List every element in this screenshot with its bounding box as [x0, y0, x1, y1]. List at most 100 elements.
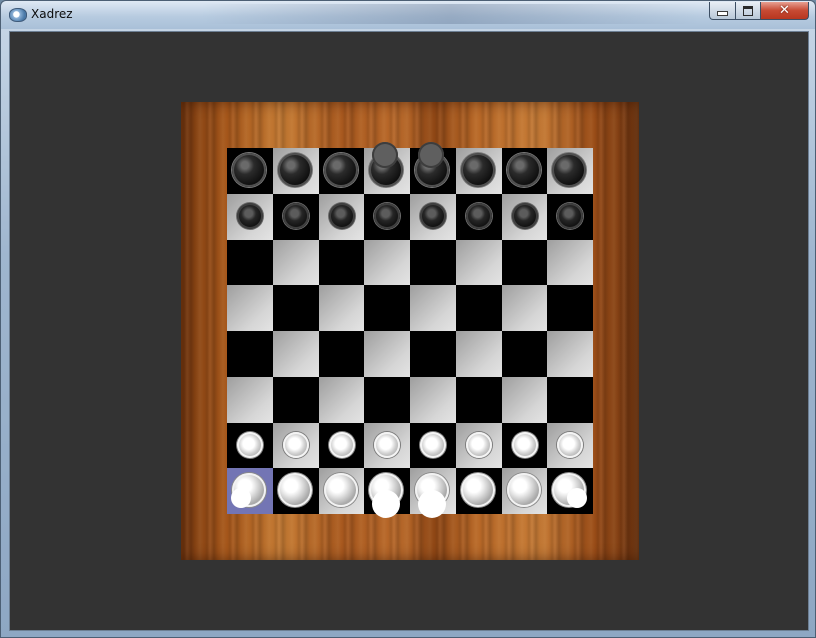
black-pawn-icon[interactable]: [511, 202, 538, 229]
white-rook-top-icon: [567, 488, 588, 509]
square-b7[interactable]: [272, 193, 319, 240]
square-g1[interactable]: [501, 468, 548, 514]
square-c3[interactable]: [318, 376, 365, 423]
square-d6[interactable]: [364, 239, 410, 286]
square-b8[interactable]: [272, 148, 319, 194]
square-h7[interactable]: [547, 193, 593, 240]
square-h3[interactable]: [547, 376, 593, 423]
square-b5[interactable]: [272, 285, 319, 331]
title-bar[interactable]: Xadrez ✕: [1, 1, 815, 29]
black-pawn-icon[interactable]: [420, 202, 446, 229]
square-h4[interactable]: [547, 331, 593, 377]
square-e6[interactable]: [410, 239, 456, 286]
square-c5[interactable]: [318, 285, 365, 331]
black-pawn-icon[interactable]: [465, 202, 492, 229]
square-b1[interactable]: [272, 468, 319, 514]
black-bishop-icon[interactable]: [460, 153, 495, 187]
black-pawn-icon[interactable]: [282, 202, 309, 229]
white-pawn-icon[interactable]: [557, 431, 584, 458]
square-e2[interactable]: [410, 422, 456, 469]
white-pawn-icon[interactable]: [374, 431, 401, 458]
square-d1[interactable]: [364, 468, 410, 519]
close-button[interactable]: ✕: [760, 2, 809, 20]
square-g4[interactable]: [501, 331, 548, 377]
square-b4[interactable]: [272, 331, 319, 377]
square-a8[interactable]: [227, 148, 273, 194]
white-bishop-icon[interactable]: [460, 473, 495, 508]
square-c2[interactable]: [318, 422, 365, 469]
square-g6[interactable]: [501, 239, 548, 286]
black-pawn-icon[interactable]: [374, 202, 401, 229]
white-pawn-icon[interactable]: [465, 431, 492, 458]
square-h2[interactable]: [547, 422, 593, 469]
white-pawn-icon[interactable]: [282, 431, 309, 458]
white-pawn-icon[interactable]: [420, 431, 446, 458]
square-c8[interactable]: [318, 148, 365, 194]
square-a5[interactable]: [227, 285, 273, 331]
square-f1[interactable]: [455, 468, 502, 514]
square-d8[interactable]: [364, 142, 410, 194]
square-d5[interactable]: [364, 285, 410, 331]
square-e5[interactable]: [410, 285, 456, 331]
square-f7[interactable]: [455, 193, 502, 240]
minimize-button[interactable]: [709, 2, 736, 20]
square-f3[interactable]: [455, 376, 502, 423]
square-e8[interactable]: [410, 142, 456, 194]
black-bishop-icon[interactable]: [323, 153, 358, 187]
square-e3[interactable]: [410, 376, 456, 423]
square-c7[interactable]: [318, 193, 365, 240]
square-d3[interactable]: [364, 376, 410, 423]
square-h6[interactable]: [547, 239, 593, 286]
square-a2[interactable]: [227, 422, 273, 469]
square-d4[interactable]: [364, 331, 410, 377]
white-knight-icon[interactable]: [277, 473, 312, 508]
square-a1[interactable]: [227, 468, 273, 514]
black-rook-icon[interactable]: [552, 153, 587, 187]
square-a3[interactable]: [227, 376, 273, 423]
square-e1[interactable]: [410, 468, 456, 519]
square-c1[interactable]: [318, 468, 365, 514]
square-g5[interactable]: [501, 285, 548, 331]
window-title: Xadrez: [31, 7, 73, 21]
square-d2[interactable]: [364, 422, 410, 469]
app-window-icon[interactable]: [9, 8, 27, 22]
black-pawn-icon[interactable]: [557, 202, 584, 229]
maximize-button[interactable]: [735, 2, 761, 20]
square-g3[interactable]: [501, 376, 548, 423]
black-knight-icon[interactable]: [506, 153, 541, 187]
square-e4[interactable]: [410, 331, 456, 377]
minimize-icon: [717, 11, 728, 16]
black-rook-icon[interactable]: [232, 153, 266, 187]
square-d7[interactable]: [364, 193, 410, 240]
white-knight-icon[interactable]: [506, 473, 541, 508]
square-f4[interactable]: [455, 331, 502, 377]
black-knight-icon[interactable]: [277, 153, 312, 187]
white-pawn-icon[interactable]: [328, 431, 355, 458]
black-pawn-icon[interactable]: [328, 202, 355, 229]
square-c4[interactable]: [318, 331, 365, 377]
square-c6[interactable]: [318, 239, 365, 286]
square-a7[interactable]: [227, 193, 273, 240]
square-a4[interactable]: [227, 331, 273, 377]
square-f8[interactable]: [455, 148, 502, 194]
square-g8[interactable]: [501, 148, 548, 194]
white-pawn-icon[interactable]: [237, 431, 263, 458]
white-pawn-icon[interactable]: [511, 431, 538, 458]
square-b3[interactable]: [272, 376, 319, 423]
square-a6[interactable]: [227, 239, 273, 286]
square-g2[interactable]: [501, 422, 548, 469]
square-f5[interactable]: [455, 285, 502, 331]
square-g7[interactable]: [501, 193, 548, 240]
white-bishop-icon[interactable]: [323, 473, 358, 508]
square-h5[interactable]: [547, 285, 593, 331]
white-queen-crown-icon: [372, 490, 401, 519]
square-b6[interactable]: [272, 239, 319, 286]
black-pawn-icon[interactable]: [237, 202, 263, 229]
square-h1[interactable]: [547, 468, 593, 514]
square-f6[interactable]: [455, 239, 502, 286]
square-b2[interactable]: [272, 422, 319, 469]
square-f2[interactable]: [455, 422, 502, 469]
square-e7[interactable]: [410, 193, 456, 240]
chess-board[interactable]: [227, 142, 593, 519]
square-h8[interactable]: [547, 148, 593, 194]
